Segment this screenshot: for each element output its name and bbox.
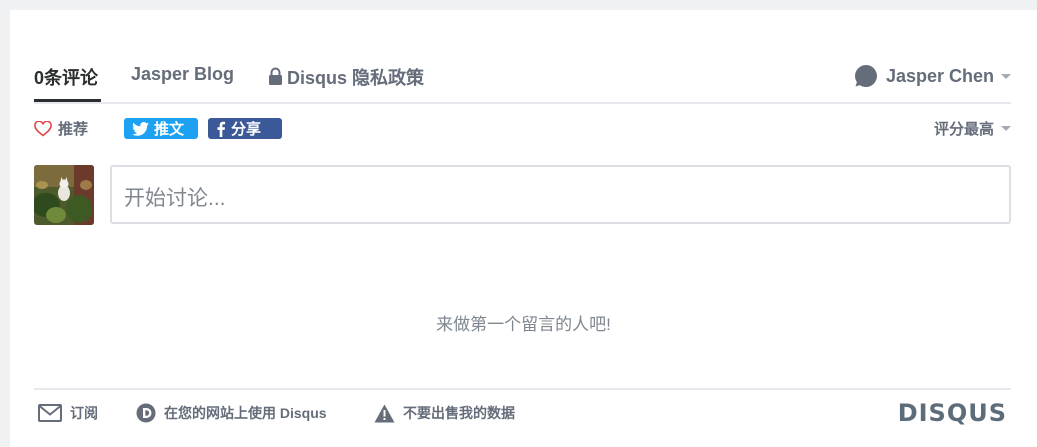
footer: 订阅 在您的网站上使用 Disqus 不要出售我的数据 DISQUS [34, 388, 1011, 438]
sort-label: 评分最高 [933, 121, 994, 138]
use-disqus-link[interactable]: 在您的网站上使用 Disqus [136, 403, 327, 423]
thread-actions: 推荐 推文 分享 评分最高 [34, 116, 1011, 140]
envelope-icon [38, 404, 62, 422]
do-not-sell-label: 不要出售我的数据 [403, 405, 515, 421]
empty-state-message: 来做第一个留言的人吧! [436, 315, 611, 334]
recommend-button[interactable]: 推荐 [34, 118, 88, 139]
speech-bubble-icon [854, 64, 877, 87]
twitter-bird-icon [132, 121, 149, 136]
tab-community[interactable]: Jasper Blog [131, 64, 234, 85]
user-name: Jasper Chen [885, 65, 994, 86]
recommend-label: 推荐 [58, 121, 89, 138]
tab-privacy-policy-label: Disqus 隐私政策 [287, 68, 425, 88]
disqus-d-icon [136, 403, 156, 423]
comments-panel: 0条评论 Jasper Blog Disqus 隐私政策 Jasper Chen… [10, 10, 1037, 447]
lock-icon [269, 67, 282, 85]
facebook-share-button[interactable]: 分享 [208, 118, 282, 139]
comments-nav: 0条评论 Jasper Blog Disqus 隐私政策 Jasper Chen [34, 54, 1011, 104]
user-menu[interactable]: Jasper Chen [854, 64, 1011, 88]
tweet-label: 推文 [154, 121, 185, 138]
sort-dropdown[interactable]: 评分最高 [934, 118, 1011, 139]
comment-composer-input[interactable]: 开始讨论... [110, 165, 1011, 224]
subscribe-label: 订阅 [70, 405, 98, 421]
tab-comments-count[interactable]: 0条评论 [34, 64, 98, 90]
avatar[interactable] [34, 165, 94, 225]
tab-privacy-policy[interactable]: Disqus 隐私政策 [268, 64, 424, 90]
chevron-down-icon [1001, 126, 1011, 131]
tweet-button[interactable]: 推文 [124, 118, 198, 139]
do-not-sell-link[interactable]: 不要出售我的数据 [374, 403, 515, 423]
disqus-logo[interactable]: DISQUS [898, 399, 1007, 427]
avatar-image [34, 165, 94, 225]
heart-icon [34, 120, 52, 137]
facebook-share-label: 分享 [231, 121, 262, 138]
use-disqus-label: 在您的网站上使用 Disqus [164, 405, 327, 421]
chevron-down-icon [1001, 73, 1011, 79]
warning-icon [374, 404, 395, 422]
composer-placeholder: 开始讨论... [124, 187, 226, 210]
subscribe-link[interactable]: 订阅 [38, 403, 98, 423]
facebook-f-icon [217, 121, 226, 137]
active-tab-indicator [34, 99, 101, 102]
